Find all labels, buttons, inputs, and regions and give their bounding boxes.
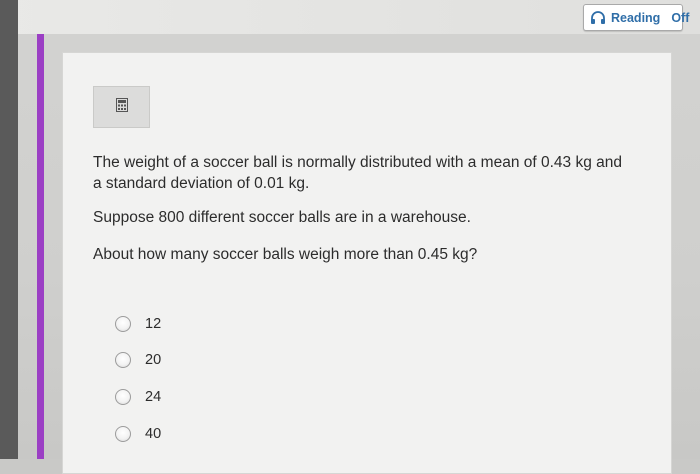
reading-toggle-button[interactable]: Reading Off (583, 4, 689, 31)
headphones-icon (590, 10, 606, 25)
answer-option-label: 24 (145, 389, 162, 405)
question-context: Suppose 800 different soccer balls are i… (93, 207, 653, 228)
question-stem-line2: a standard deviation of 0.01 kg. (93, 175, 310, 192)
answer-option-label: 40 (145, 426, 162, 442)
calculator-button[interactable] (93, 86, 150, 128)
radio-button[interactable] (115, 426, 131, 442)
question-stem: The weight of a soccer ball is normally … (93, 152, 653, 194)
question-prompt: About how many soccer balls weigh more t… (93, 244, 653, 265)
radio-button[interactable] (115, 316, 131, 332)
answer-option[interactable]: 40 (115, 426, 161, 442)
answer-option[interactable]: 24 (115, 389, 161, 405)
answer-option[interactable]: 12 (115, 316, 161, 332)
question-context-text: Suppose 800 different soccer balls are i… (93, 209, 471, 226)
answer-option-label: 20 (145, 352, 162, 368)
radio-button[interactable] (115, 352, 131, 368)
answer-option-label: 12 (145, 316, 162, 332)
accent-bar (37, 34, 44, 459)
calculator-icon (115, 97, 128, 117)
radio-button[interactable] (115, 389, 131, 405)
reading-state: Off (671, 10, 690, 25)
window-edge (0, 0, 18, 459)
reading-label: Reading (611, 10, 661, 25)
question-prompt-text: About how many soccer balls weigh more t… (93, 246, 478, 263)
answer-option[interactable]: 20 (115, 352, 161, 368)
question-stem-line1: The weight of a soccer ball is normally … (93, 154, 622, 171)
